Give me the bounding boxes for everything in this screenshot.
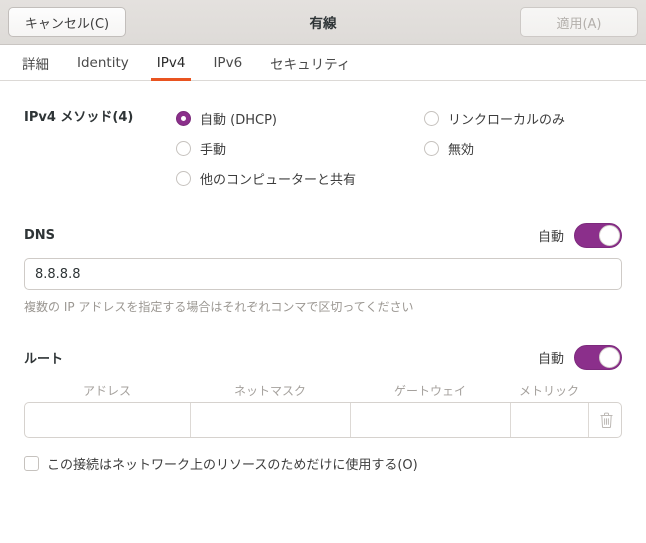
radio-label-shared: 他のコンピューターと共有 [200,172,357,188]
dns-auto-toggle-knob [599,225,620,246]
routes-column-header-metric: メトリック [518,384,579,398]
routes-column-header-netmask: ネットマスク [233,384,306,398]
routes-column-header-address: アドレス [82,384,131,398]
tab-details[interactable]: 詳細 [8,45,63,80]
ipv4-settings-page: IPv4 メソッド(4) 自動 (DHCP) 手動 他のコンピューターと共有 リ… [0,81,646,473]
radio-label-automatic-dhcp: 自動 (DHCP) [200,112,277,128]
table-row [24,402,622,438]
apply-button[interactable]: 適用(A) [520,7,638,37]
radio-indicator-disabled [424,140,439,156]
radio-label-link-local: リンクローカルのみ [448,112,566,128]
route-gateway-input[interactable] [351,403,511,437]
trash-icon [600,412,612,428]
radio-link-local-only[interactable]: リンクローカルのみ [424,103,565,133]
radio-indicator-manual [176,140,191,156]
ipv4-method-label: IPv4 メソッド(4) [24,110,134,125]
route-metric-input[interactable] [511,403,589,437]
tab-ipv4[interactable]: IPv4 [143,45,200,81]
radio-automatic-dhcp[interactable]: 自動 (DHCP) [176,103,424,133]
routes-auto-toggle[interactable] [574,345,622,370]
ipv4-method-options: 自動 (DHCP) 手動 他のコンピューターと共有 リンクローカルのみ 無効 [176,103,622,193]
tab-bar: 詳細 Identity IPv4 IPv6 セキュリティ [0,45,646,81]
radio-indicator-automatic-dhcp [176,110,191,126]
tab-security[interactable]: セキュリティ [256,45,364,80]
dns-title: DNS [24,228,56,243]
restrict-checkbox-label: この接続はネットワーク上のリソースのためだけに使用する(O) [47,458,418,473]
route-delete-button[interactable] [589,403,621,437]
radio-indicator-shared [176,170,191,186]
routes-section-header: ルート 自動 [24,345,622,370]
routes-auto-toggle-knob [599,347,620,368]
routes-auto-label: 自動 [537,352,564,367]
radio-label-disabled: 無効 [448,142,475,158]
routes-column-header-gateway: ゲートウェイ [393,384,466,398]
header-bar: キャンセル(C) 有線 適用(A) [0,0,646,45]
radio-label-manual: 手動 [200,142,227,158]
ipv4-method-column-left: 自動 (DHCP) 手動 他のコンピューターと共有 [176,103,424,193]
tab-ipv6[interactable]: IPv6 [199,45,256,80]
route-netmask-input[interactable] [191,403,351,437]
restrict-checkbox-indicator [24,456,39,471]
ipv4-method-section: IPv4 メソッド(4) 自動 (DHCP) 手動 他のコンピューターと共有 リ… [24,103,622,193]
dns-servers-input[interactable]: 8.8.8.8 [24,258,622,290]
dns-auto-label: 自動 [537,230,564,245]
tab-identity[interactable]: Identity [63,45,143,80]
dns-hint-text: 複数の IP アドレスを指定する場合はそれぞれコンマで区切ってください [24,300,414,314]
dns-auto-toggle[interactable] [574,223,622,248]
radio-manual[interactable]: 手動 [176,133,424,163]
route-address-input[interactable] [25,403,191,437]
routes-column-header-spacer [588,382,622,399]
radio-shared-to-other-computers[interactable]: 他のコンピューターと共有 [176,163,424,193]
cancel-button[interactable]: キャンセル(C) [8,7,126,37]
routes-title: ルート [24,352,64,367]
radio-indicator-link-local [424,110,439,126]
radio-disabled[interactable]: 無効 [424,133,565,163]
ipv4-method-column-right: リンクローカルのみ 無効 [424,103,565,193]
routes-column-headers: アドレス ネットマスク ゲートウェイ メトリック [24,382,622,399]
dns-section-header: DNS 自動 [24,223,622,248]
restrict-to-network-checkbox[interactable]: この接続はネットワーク上のリソースのためだけに使用する(O) [24,454,622,473]
